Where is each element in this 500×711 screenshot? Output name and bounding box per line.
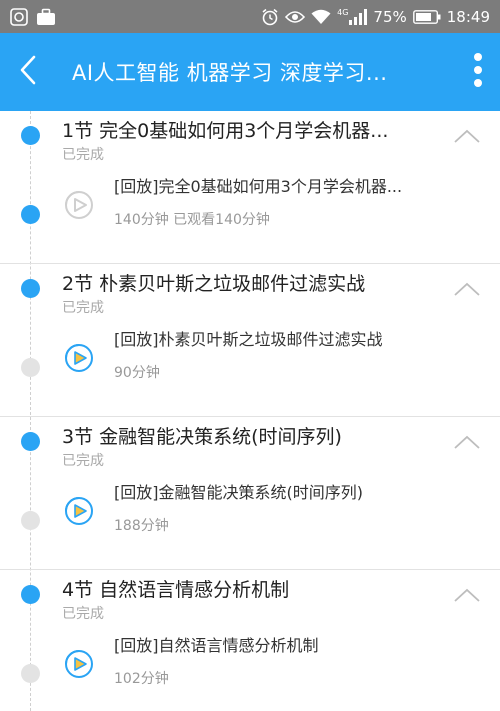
collapse-button[interactable]: [452, 584, 482, 608]
network-badge: 4G: [337, 7, 349, 17]
signal-icon: 4G: [337, 7, 368, 25]
play-circle-icon: [62, 647, 96, 681]
briefcase-icon: [36, 8, 56, 26]
collapse-button[interactable]: [452, 125, 482, 149]
course-section: 3节 金融智能决策系统(时间序列) 已完成 [回放]金融智能决策系统(时间序列)…: [0, 417, 500, 570]
chevron-up-icon: [454, 587, 480, 606]
course-section: 2节 朴素贝叶斯之垃圾邮件过滤实战 已完成 [回放]朴素贝叶斯之垃圾邮件过滤实战…: [0, 264, 500, 417]
back-button[interactable]: [0, 33, 56, 111]
page-title: AI人工智能 机器学习 深度学习...: [72, 61, 388, 85]
more-vert-icon: [473, 53, 483, 91]
chevron-up-icon: [454, 128, 480, 147]
chapter-dot: [21, 432, 40, 451]
lesson-row[interactable]: [回放]金融智能决策系统(时间序列) 188分钟: [62, 479, 482, 549]
eye-icon: [285, 10, 306, 24]
chapter-title: 2节 朴素贝叶斯之垃圾邮件过滤实战: [62, 273, 366, 295]
chapter-title: 4节 自然语言情感分析机制: [62, 579, 290, 601]
clock-time: 18:49: [446, 7, 490, 26]
play-circle-watched-icon: [62, 188, 96, 222]
lesson-dot: [21, 358, 40, 377]
chevron-up-icon: [454, 281, 480, 300]
lesson-meta: 90分钟: [114, 365, 160, 381]
chapter-dot: [21, 585, 40, 604]
lesson-title: [回放]金融智能决策系统(时间序列): [114, 483, 363, 502]
lesson-title: [回放]朴素贝叶斯之垃圾邮件过滤实战: [114, 330, 383, 349]
lesson-dot: [21, 664, 40, 683]
status-bar: 4G 75% 18:49: [0, 0, 500, 33]
chapter-status: 已完成: [62, 453, 104, 469]
lesson-meta: 140分钟 已观看140分钟: [114, 212, 270, 228]
play-circle-icon: [62, 341, 96, 375]
chevron-up-icon: [454, 434, 480, 453]
lesson-meta: 102分钟: [114, 671, 169, 687]
chevron-left-icon: [18, 55, 38, 89]
status-right-icons: 4G 75% 18:49: [261, 8, 490, 26]
course-section: 1节 完全0基础如何用3个月学会机器... 已完成 [回放]完全0基础如何用3个…: [0, 111, 500, 264]
lesson-row[interactable]: [回放]朴素贝叶斯之垃圾邮件过滤实战 90分钟: [62, 326, 482, 396]
chapter-title: 3节 金融智能决策系统(时间序列): [62, 426, 342, 448]
course-section: 4节 自然语言情感分析机制 已完成 [回放]自然语言情感分析机制 102分钟: [0, 570, 500, 711]
play-circle-icon: [62, 494, 96, 528]
lesson-meta: 188分钟: [114, 518, 169, 534]
chapter-status: 已完成: [62, 147, 104, 163]
alarm-icon: [261, 8, 279, 26]
lesson-title: [回放]完全0基础如何用3个月学会机器...: [114, 177, 403, 196]
chapter-title: 1节 完全0基础如何用3个月学会机器...: [62, 120, 389, 142]
course-section-list: 1节 完全0基础如何用3个月学会机器... 已完成 [回放]完全0基础如何用3个…: [0, 111, 500, 711]
collapse-button[interactable]: [452, 278, 482, 302]
lesson-dot: [21, 205, 40, 224]
more-options-button[interactable]: [456, 33, 500, 111]
battery-percent: 75%: [373, 7, 407, 26]
lesson-row[interactable]: [回放]完全0基础如何用3个月学会机器... 140分钟 已观看140分钟: [62, 173, 482, 243]
app-notification-icon: [10, 7, 28, 26]
status-left-icons: [10, 7, 56, 26]
lesson-row[interactable]: [回放]自然语言情感分析机制 102分钟: [62, 632, 482, 702]
wifi-icon: [311, 9, 331, 25]
collapse-button[interactable]: [452, 431, 482, 455]
lesson-dot: [21, 511, 40, 530]
chapter-status: 已完成: [62, 606, 104, 622]
battery-icon: [412, 9, 441, 24]
chapter-dot: [21, 126, 40, 145]
app-header: AI人工智能 机器学习 深度学习...: [0, 33, 500, 111]
lesson-title: [回放]自然语言情感分析机制: [114, 636, 319, 655]
chapter-status: 已完成: [62, 300, 104, 316]
chapter-dot: [21, 279, 40, 298]
